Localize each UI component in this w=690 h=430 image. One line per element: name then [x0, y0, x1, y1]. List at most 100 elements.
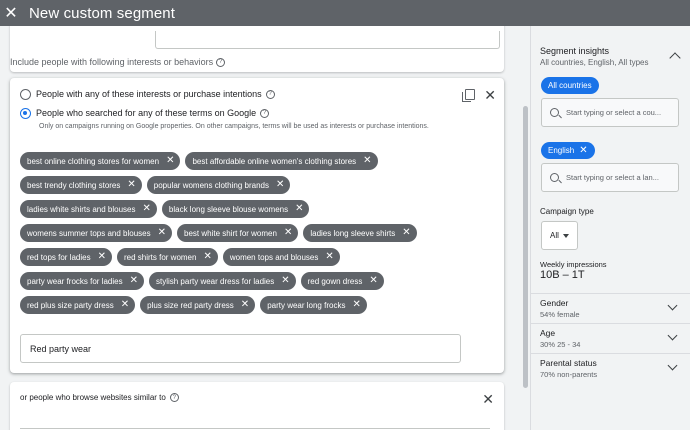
- language-chip[interactable]: English ✕: [541, 142, 595, 159]
- gender-value: 54% female: [540, 310, 580, 319]
- keyword-chip[interactable]: stylish party wear dress for ladies ✕: [148, 272, 296, 290]
- websites-card: or people who browse websites similar to…: [10, 382, 504, 430]
- keyword-chip[interactable]: best white shirt for women ✕: [177, 224, 299, 242]
- keyword-chip-label: women tops and blouses: [229, 252, 319, 262]
- keyword-chip[interactable]: plus size red party dress ✕: [140, 296, 256, 314]
- radio-interests-label: People with any of these interests or pu…: [36, 89, 275, 99]
- remove-icon[interactable]: ✕: [121, 300, 129, 310]
- remove-icon[interactable]: ✕: [127, 180, 135, 190]
- campaign-type-label: Campaign type: [540, 207, 594, 216]
- help-icon[interactable]: ?: [169, 393, 179, 402]
- keyword-chip[interactable]: party wear long frocks ✕: [260, 296, 367, 314]
- copy-icon[interactable]: [462, 89, 476, 102]
- remove-icon[interactable]: ✕: [284, 228, 292, 238]
- remove-icon[interactable]: ✕: [98, 252, 106, 262]
- remove-icon[interactable]: ✕: [363, 156, 371, 166]
- keyword-chip[interactable]: popular womens clothing brands ✕: [146, 176, 291, 194]
- language-placeholder: Start typing or select a lan...: [566, 173, 659, 182]
- card-actions: ✕: [462, 88, 496, 102]
- help-icon[interactable]: ?: [265, 89, 275, 99]
- keyword-chip-label: popular womens clothing brands: [153, 180, 269, 190]
- close-icon[interactable]: ✕: [484, 88, 496, 102]
- remove-icon[interactable]: ✕: [203, 252, 211, 262]
- interests-card: ✕ People with any of these interests or …: [10, 78, 504, 373]
- remove-icon[interactable]: ✕: [352, 300, 360, 310]
- keyword-chip-label: red gown dress: [307, 276, 363, 286]
- keyword-chip-label: black long sleeve blouse womens: [168, 204, 289, 214]
- include-label: Include people with following interests …: [10, 57, 226, 67]
- parental-value: 70% non-parents: [540, 370, 598, 379]
- gender-row[interactable]: Gender 54% female: [531, 293, 690, 323]
- scrollbar[interactable]: [523, 106, 528, 388]
- keyword-chip-label: womens summer tops and blouses: [27, 228, 151, 238]
- campaign-type-select[interactable]: All: [541, 221, 578, 250]
- remove-icon[interactable]: ✕: [325, 252, 333, 262]
- keyword-chip[interactable]: women tops and blouses ✕: [222, 248, 340, 266]
- keyword-chip-label: best trendy clothing stores: [27, 180, 121, 190]
- previous-input[interactable]: [155, 31, 500, 49]
- remove-icon[interactable]: ✕: [369, 276, 377, 286]
- chevron-up-icon[interactable]: [669, 52, 681, 64]
- campaign-type-value: All: [550, 231, 559, 240]
- websites-input[interactable]: [20, 428, 490, 429]
- segment-editor: Include people with following interests …: [0, 26, 530, 430]
- insights-subtitle: All countries, English, All types: [540, 58, 649, 67]
- keyword-chip-label: plus size red party dress: [147, 300, 234, 310]
- radio-interests-row[interactable]: People with any of these interests or pu…: [20, 89, 275, 100]
- location-search-input[interactable]: Start typing or select a cou...: [541, 98, 679, 127]
- keyword-chip[interactable]: best online clothing stores for women ✕: [20, 152, 181, 170]
- keyword-chip[interactable]: womens summer tops and blouses ✕: [20, 224, 173, 242]
- weekly-impressions-value: 10B – 1T: [540, 269, 585, 281]
- remove-icon[interactable]: ✕: [143, 204, 151, 214]
- gender-label: Gender: [540, 298, 569, 308]
- remove-icon[interactable]: ✕: [276, 180, 284, 190]
- keyword-chip-label: best online clothing stores for women: [27, 156, 160, 166]
- parental-row[interactable]: Parental status 70% non-parents: [531, 353, 690, 383]
- remove-icon[interactable]: ✕: [158, 228, 166, 238]
- segment-insights-panel: Segment insights All countries, English,…: [530, 26, 690, 430]
- remove-icon[interactable]: ✕: [241, 300, 249, 310]
- keyword-chip[interactable]: ladies white shirts and blouses ✕: [20, 200, 157, 218]
- close-icon[interactable]: ✕: [482, 392, 494, 406]
- keyword-chip[interactable]: best trendy clothing stores ✕: [20, 176, 142, 194]
- language-search-input[interactable]: Start typing or select a lan...: [541, 163, 679, 192]
- location-placeholder: Start typing or select a cou...: [566, 108, 662, 117]
- keyword-chip[interactable]: red gown dress ✕: [300, 272, 384, 290]
- websites-label: or people who browse websites similar to…: [20, 393, 179, 402]
- radio-interests[interactable]: [20, 89, 31, 100]
- remove-icon[interactable]: ✕: [166, 156, 174, 166]
- radio-search-row[interactable]: People who searched for any of these ter…: [20, 108, 270, 119]
- keyword-chip[interactable]: red tops for ladies ✕: [20, 248, 112, 266]
- websites-label-text: or people who browse websites similar to: [20, 393, 166, 402]
- radio-search[interactable]: [20, 108, 31, 119]
- keyword-chip[interactable]: black long sleeve blouse womens ✕: [161, 200, 310, 218]
- chevron-down-icon[interactable]: [667, 330, 678, 341]
- remove-icon[interactable]: ✕: [579, 145, 587, 156]
- insights-title: Segment insights: [540, 46, 610, 56]
- keyword-chip[interactable]: party wear frocks for ladies ✕: [20, 272, 144, 290]
- keyword-chip-label: red tops for ladies: [27, 252, 91, 262]
- radio-search-description: Only on campaigns running on Google prop…: [39, 123, 429, 130]
- keyword-chip-label: stylish party wear dress for ladies: [155, 276, 275, 286]
- close-icon[interactable]: ✕: [0, 0, 22, 26]
- dialog-header: ✕ New custom segment: [0, 0, 690, 26]
- age-value: 30% 25 - 34: [540, 340, 581, 349]
- chevron-down-icon[interactable]: [667, 300, 678, 311]
- keyword-chip[interactable]: best affordable online women's clothing …: [185, 152, 378, 170]
- keyword-chip[interactable]: ladies long sleeve shirts ✕: [303, 224, 417, 242]
- keyword-chip[interactable]: red plus size party dress ✕: [20, 296, 136, 314]
- keyword-chip[interactable]: red shirts for women ✕: [116, 248, 218, 266]
- remove-icon[interactable]: ✕: [402, 228, 410, 238]
- keyword-input[interactable]: Red party wear: [20, 334, 461, 363]
- chevron-down-icon[interactable]: [667, 360, 678, 371]
- remove-icon[interactable]: ✕: [295, 204, 303, 214]
- help-icon[interactable]: ?: [216, 57, 226, 67]
- remove-icon[interactable]: ✕: [130, 276, 138, 286]
- search-icon: [550, 108, 559, 117]
- remove-icon[interactable]: ✕: [281, 276, 289, 286]
- keyword-chip-label: party wear long frocks: [267, 300, 346, 310]
- location-chip[interactable]: All countries: [541, 77, 599, 94]
- help-icon[interactable]: ?: [260, 108, 270, 118]
- age-row[interactable]: Age 30% 25 - 34: [531, 323, 690, 353]
- include-label-text: Include people with following interests …: [10, 57, 214, 67]
